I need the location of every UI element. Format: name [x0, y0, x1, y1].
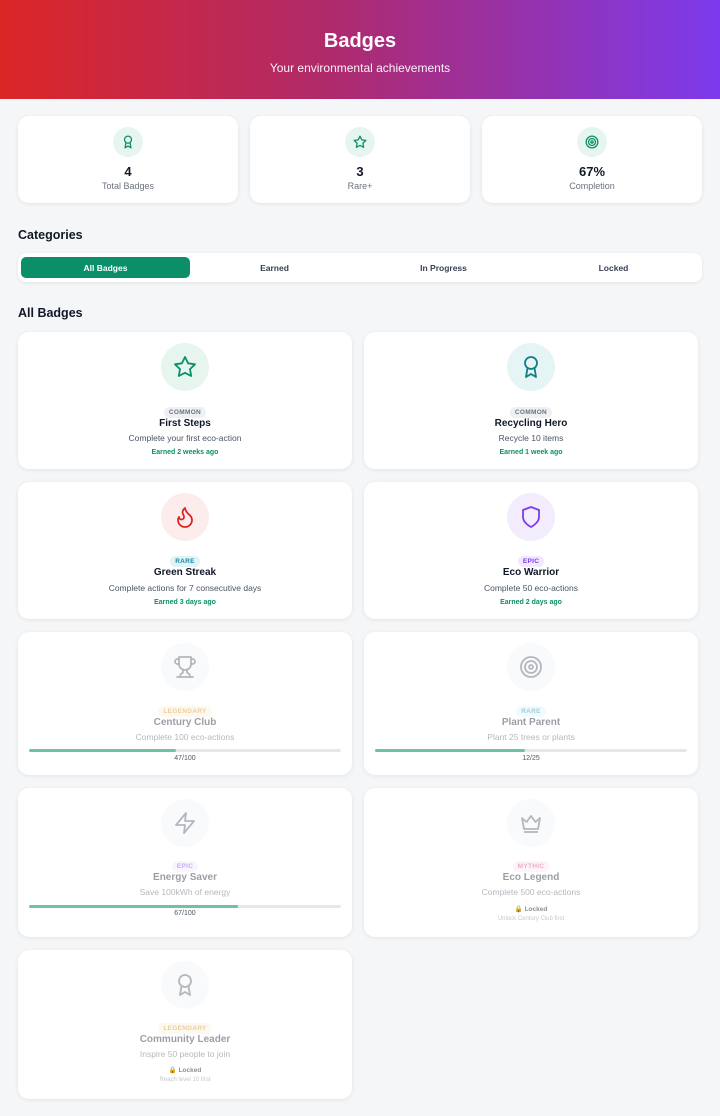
progress-text: 67/100 [174, 910, 196, 917]
zap-icon [161, 799, 209, 847]
flame-icon [161, 493, 209, 541]
badge-description: Recycle 10 items [498, 433, 564, 443]
target-icon [507, 643, 555, 691]
stat-value: 4 [124, 164, 132, 179]
stat-card-completion: 67% Completion [482, 116, 702, 203]
badge-description: Complete actions for 7 consecutive days [108, 583, 262, 593]
page-header: Badges Your environmental achievements [0, 0, 720, 99]
badge-earned-date: Earned 2 weeks ago [151, 449, 219, 456]
stat-card-total-badges: 4 Total Badges [18, 116, 238, 203]
progress-fill [375, 749, 525, 752]
category-tabs: All Badges Earned In Progress Locked [18, 253, 702, 282]
rarity-badge: RARE [364, 700, 698, 718]
progress-bar [29, 749, 341, 752]
badge-card-recycling-hero[interactable]: COMMON Recycling Hero Recycle 10 items E… [364, 332, 698, 469]
badge-card-plant-parent[interactable]: RARE Plant Parent Plant 25 trees or plan… [364, 632, 698, 775]
badge-name: Community Leader [139, 1034, 231, 1045]
badge-name: Eco Legend [502, 872, 560, 883]
crown-icon [507, 799, 555, 847]
badge-description: Complete 500 eco-actions [481, 887, 581, 897]
rarity-badge: RARE [18, 550, 352, 568]
badge-earned-date: Earned 3 days ago [154, 599, 216, 606]
tab-in-progress[interactable]: In Progress [359, 257, 528, 278]
rarity-badge: COMMON [364, 401, 698, 419]
badge-description: Inspire 50 people to join [139, 1049, 231, 1059]
progress-fill [29, 905, 239, 908]
target-icon [577, 127, 607, 157]
badge-name: First Steps [159, 418, 211, 429]
award-icon [161, 961, 209, 1009]
page-subtitle: Your environmental achievements [269, 61, 451, 75]
progress-bar [375, 749, 687, 752]
stat-card-rare: 3 Rare+ [250, 116, 470, 203]
tab-all-badges[interactable]: All Badges [21, 257, 190, 278]
badge-description: Complete 100 eco-actions [135, 732, 235, 742]
categories-heading: Categories [18, 228, 83, 242]
locked-status: 🔒 Locked [168, 1067, 202, 1074]
tab-locked[interactable]: Locked [529, 257, 698, 278]
progress-bar [29, 905, 341, 908]
stat-label: Completion [569, 181, 615, 191]
rarity-badge: COMMON [18, 401, 352, 419]
stat-label: Total Badges [101, 181, 155, 191]
badge-earned-date: Earned 2 days ago [500, 599, 562, 606]
award-icon [113, 127, 143, 157]
rarity-badge: LEGENDARY [18, 700, 352, 718]
progress-fill [29, 749, 176, 752]
all-badges-heading: All Badges [18, 306, 83, 320]
rarity-badge: LEGENDARY [18, 1017, 352, 1035]
stat-label: Rare+ [347, 181, 373, 191]
badge-name: Recycling Hero [494, 418, 568, 429]
tab-earned[interactable]: Earned [190, 257, 359, 278]
shield-icon [507, 493, 555, 541]
badge-description: Save 100kWh of energy [139, 887, 231, 897]
badge-description: Complete 50 eco-actions [483, 583, 579, 593]
rarity-badge: EPIC [18, 855, 352, 873]
star-icon [345, 127, 375, 157]
badge-name: Green Streak [153, 567, 217, 578]
award-icon [507, 343, 555, 391]
badge-name: Energy Saver [153, 872, 217, 883]
star-icon [161, 343, 209, 391]
trophy-icon [161, 643, 209, 691]
page-title: Badges [323, 30, 397, 52]
stat-value: 3 [356, 164, 364, 179]
locked-status: 🔒 Locked [514, 906, 548, 913]
progress-text: 47/100 [174, 755, 196, 762]
badge-card-first-steps[interactable]: COMMON First Steps Complete your first e… [18, 332, 352, 469]
badge-card-green-streak[interactable]: RARE Green Streak Complete actions for 7… [18, 482, 352, 619]
unlock-hint: Unlock Century Club first [497, 916, 565, 922]
badge-card-century-club[interactable]: LEGENDARY Century Club Complete 100 eco-… [18, 632, 352, 775]
rarity-badge: MYTHIC [364, 855, 698, 873]
badge-card-community-leader[interactable]: LEGENDARY Community Leader Inspire 50 pe… [18, 950, 352, 1099]
badge-description: Plant 25 trees or plants [487, 732, 575, 742]
progress-text: 12/25 [522, 755, 540, 762]
badge-description: Complete your first eco-action [128, 433, 242, 443]
badge-card-energy-saver[interactable]: EPIC Energy Saver Save 100kWh of energy … [18, 788, 352, 937]
badge-name: Plant Parent [501, 717, 561, 728]
stat-value: 67% [578, 164, 606, 179]
unlock-hint: Reach level 10 first [159, 1077, 211, 1083]
badge-earned-date: Earned 1 week ago [499, 449, 563, 456]
badge-card-eco-legend[interactable]: MYTHIC Eco Legend Complete 500 eco-actio… [364, 788, 698, 937]
badge-name: Eco Warrior [502, 567, 560, 578]
badge-card-eco-warrior[interactable]: EPIC Eco Warrior Complete 50 eco-actions… [364, 482, 698, 619]
badge-name: Century Club [153, 717, 217, 728]
rarity-badge: EPIC [364, 550, 698, 568]
